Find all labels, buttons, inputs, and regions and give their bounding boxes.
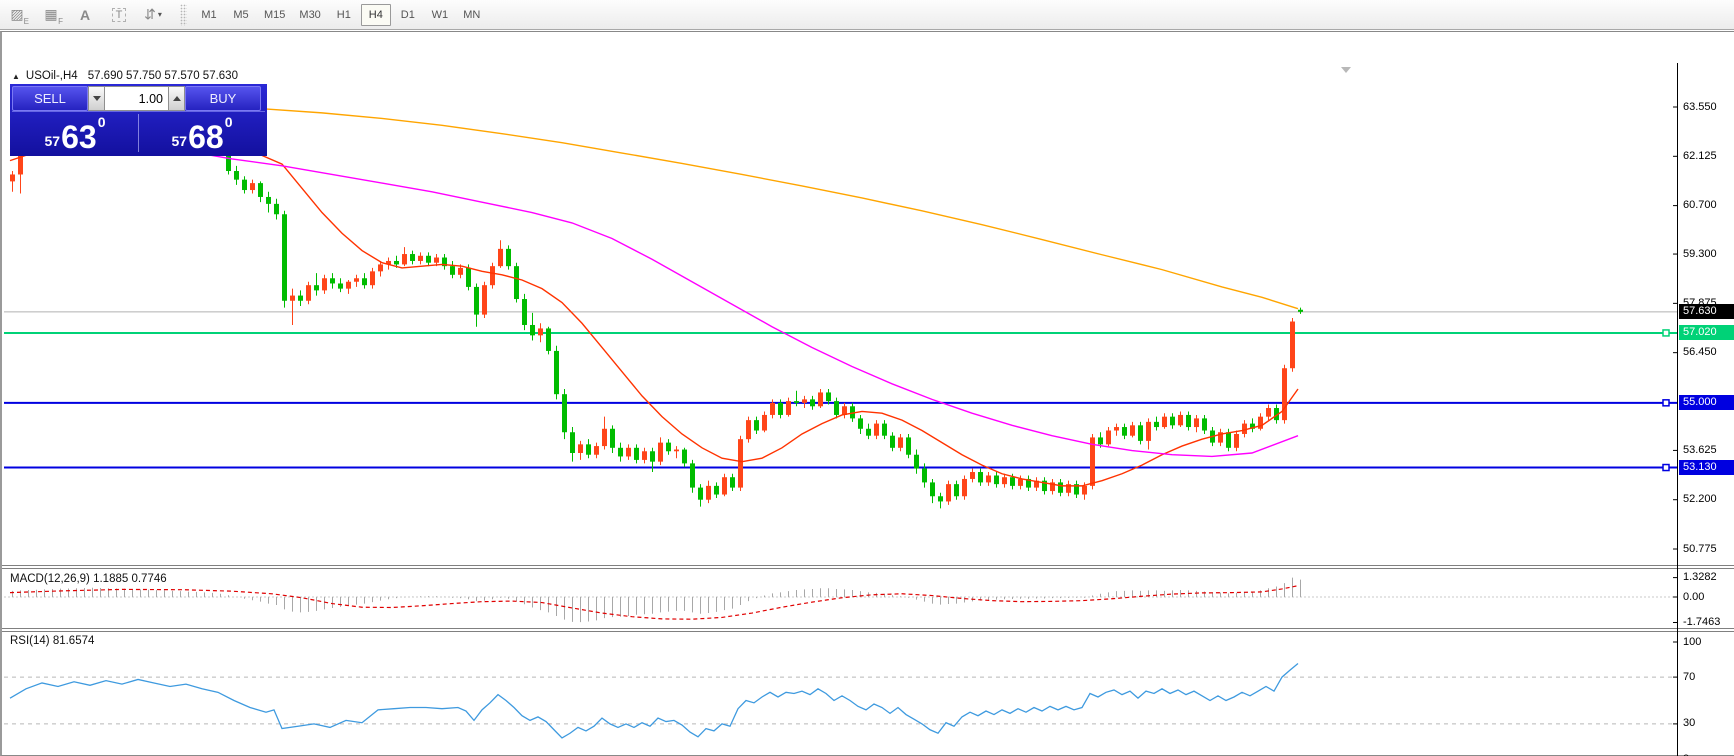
arrows-tool-icon-glyph: ⇵ bbox=[144, 6, 156, 22]
buy-price-sup: 0 bbox=[224, 114, 233, 130]
chart-window[interactable]: ▲ USOil-,H4 57.690 57.750 57.570 57.630 … bbox=[0, 31, 1734, 756]
rsi-axis-label-100: 100 bbox=[1683, 635, 1702, 648]
ma-slow bbox=[266, 108, 1299, 310]
price-badge-55.000: 55.000 bbox=[1679, 395, 1734, 411]
chart-title: ▲ USOil-,H4 57.690 57.750 57.570 57.630 bbox=[12, 70, 238, 82]
price-label-59.300: 59.300 bbox=[1683, 247, 1717, 260]
toolbar-separator bbox=[180, 3, 187, 26]
sell-price[interactable]: 57 63 0 bbox=[12, 112, 138, 154]
buy-price-big: 68 bbox=[188, 119, 224, 155]
arrows-tool-icon[interactable]: ⇵ ▾ bbox=[138, 3, 168, 27]
pattern-e-icon-glyph: ▨ bbox=[10, 6, 24, 22]
price-label-62.125: 62.125 bbox=[1683, 149, 1717, 162]
triangle-down-icon bbox=[92, 96, 101, 101]
rsi-axis-label-30: 30 bbox=[1683, 717, 1696, 730]
chart-shift-marker[interactable] bbox=[1341, 67, 1351, 73]
sell-price-prefix: 57 bbox=[44, 133, 61, 149]
grid-f-icon[interactable]: ▦ F bbox=[36, 3, 66, 27]
macd-axis-label-1.3282: 1.3282 bbox=[1683, 571, 1717, 584]
rsi-line bbox=[9, 662, 1299, 739]
buy-price-prefix: 57 bbox=[171, 133, 188, 149]
timeframe-button-m5[interactable]: M5 bbox=[226, 4, 256, 26]
macd-axis-label--1.7463: -1.7463 bbox=[1683, 615, 1721, 628]
macd-label: MACD(12,26,9) 1.1885 0.7746 bbox=[10, 573, 167, 585]
drawing-tools: ▨ E ▦ F A T ⇵ ▾ bbox=[0, 3, 170, 27]
grid-f-icon-sub: F bbox=[58, 16, 63, 26]
timeframe-button-d1[interactable]: D1 bbox=[393, 4, 423, 26]
timeframe-button-m1[interactable]: M1 bbox=[194, 4, 224, 26]
sell-button[interactable]: SELL bbox=[12, 86, 88, 111]
grid-f-icon-glyph: ▦ bbox=[44, 6, 58, 22]
price-label-63.550: 63.550 bbox=[1683, 100, 1717, 113]
price-badge-57.020: 57.020 bbox=[1679, 325, 1734, 341]
rsi-axis-label-0: 0 bbox=[1683, 753, 1689, 756]
volume-increase-button[interactable] bbox=[168, 86, 185, 111]
price-label-53.625: 53.625 bbox=[1683, 443, 1717, 456]
sell-price-sup: 0 bbox=[97, 114, 106, 130]
symbol-period-label: USOil-,H4 bbox=[25, 70, 78, 82]
pattern-e-icon[interactable]: ▨ E bbox=[2, 3, 32, 27]
triangle-up-icon bbox=[172, 96, 181, 101]
rsi-label: RSI(14) 81.6574 bbox=[10, 635, 95, 647]
timeframe-button-h4[interactable]: H4 bbox=[360, 3, 391, 26]
ohlc-values: 57.690 57.750 57.570 57.630 bbox=[87, 70, 238, 82]
text-box-icon-glyph: T bbox=[111, 7, 127, 22]
one-click-trade-panel: SELL BUY 57 63 0 57 68 0 bbox=[10, 84, 267, 156]
price-label-60.700: 60.700 bbox=[1683, 199, 1717, 212]
timeframe-button-m30[interactable]: M30 bbox=[293, 4, 326, 26]
timeframe-buttons: M1 M5 M15 M30 H1 H4 D1 W1 MN bbox=[193, 3, 488, 26]
pattern-e-icon-sub: E bbox=[23, 16, 29, 26]
arrows-tool-icon-sub: ▾ bbox=[157, 10, 162, 19]
timeframe-button-h1[interactable]: H1 bbox=[329, 4, 359, 26]
mt4-window: ▨ E ▦ F A T ⇵ ▾ M1 M5 M15 M30 H1 H4 D1 W1 MN ▲ USOil-,H… bbox=[0, 0, 1734, 756]
sell-price-big: 63 bbox=[61, 119, 97, 155]
toolbar: ▨ E ▦ F A T ⇵ ▾ M1 M5 M15 M30 H1 H4 D1 W1 MN bbox=[0, 0, 1734, 30]
volume-decrease-button[interactable] bbox=[88, 86, 105, 111]
price-label-52.200: 52.200 bbox=[1683, 493, 1717, 506]
price-badge-53.130: 53.130 bbox=[1679, 460, 1734, 476]
text-label-icon[interactable]: A bbox=[70, 3, 100, 27]
price-badge-57.630: 57.630 bbox=[1679, 304, 1734, 320]
macd-signal-line bbox=[9, 585, 1299, 620]
buy-price[interactable]: 57 68 0 bbox=[139, 112, 265, 154]
price-axis[interactable]: 63.550 62.125 60.700 59.300 57.875 56.450 53.6… bbox=[1678, 63, 1734, 756]
text-box-icon[interactable]: T bbox=[104, 3, 134, 27]
timeframe-button-w1[interactable]: W1 bbox=[425, 4, 455, 26]
buy-button[interactable]: BUY bbox=[185, 86, 261, 111]
timeframe-button-mn[interactable]: MN bbox=[457, 4, 487, 26]
price-label-56.450: 56.450 bbox=[1683, 346, 1717, 359]
macd-axis-label-0.00: 0.00 bbox=[1683, 590, 1705, 603]
volume-input[interactable] bbox=[105, 86, 168, 111]
trade-panel-collapse-arrow[interactable]: ▲ bbox=[12, 72, 20, 81]
price-label-50.775: 50.775 bbox=[1683, 542, 1717, 555]
text-label-icon-glyph: A bbox=[79, 6, 91, 23]
timeframe-button-m15[interactable]: M15 bbox=[258, 4, 291, 26]
ma-fast bbox=[9, 128, 1299, 487]
rsi-axis-label-70: 70 bbox=[1683, 670, 1696, 683]
